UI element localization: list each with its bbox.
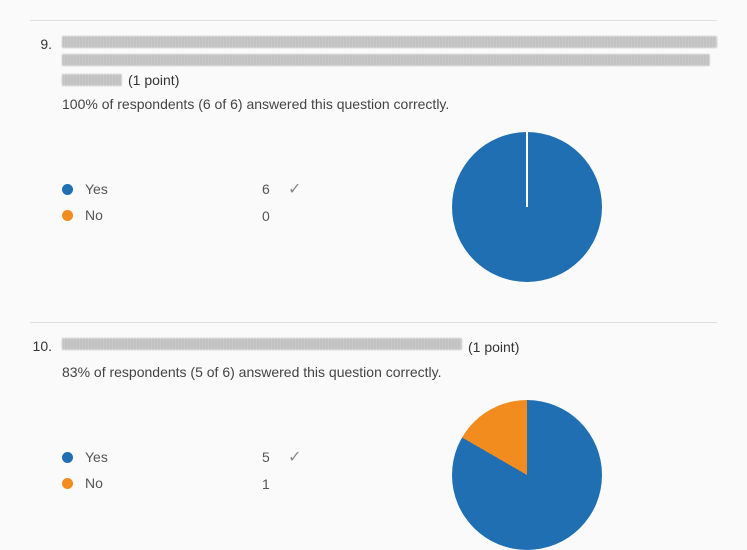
question-text-redacted: (1 point) (62, 36, 717, 88)
legend-label: No (85, 207, 103, 223)
legend-block: Yes No (62, 181, 262, 233)
redacted-line (62, 74, 122, 86)
legend-row-yes: Yes (62, 181, 262, 197)
content-row: Yes No 5 ✓ 1 (62, 400, 717, 550)
legend-dot-icon (62, 210, 73, 221)
question-header: 10. (1 point) (30, 338, 717, 356)
question-block-9: 9. (1 point) 100% of respondents (6 of 6… (30, 20, 717, 282)
pie-chart (452, 132, 602, 282)
content-row: Yes No 6 ✓ 0 (62, 132, 717, 282)
question-text-redacted: (1 point) (62, 338, 717, 356)
legend-label: Yes (85, 449, 108, 465)
question-number: 10. (30, 338, 52, 354)
checkmark-icon: ✓ (288, 179, 301, 199)
count-value: 6 (262, 181, 282, 197)
legend-label: Yes (85, 181, 108, 197)
count-row-yes: 6 ✓ (262, 180, 322, 197)
count-value: 1 (262, 476, 282, 492)
question-header: 9. (1 point) (30, 36, 717, 88)
count-row-no: 0 (262, 207, 322, 224)
legend-row-yes: Yes (62, 449, 262, 465)
pie-chart-q9 (452, 132, 602, 282)
legend-label: No (85, 475, 103, 491)
pie-chart (452, 400, 602, 550)
checkmark-icon: ✓ (288, 447, 301, 467)
summary-text: 100% of respondents (6 of 6) answered th… (62, 96, 717, 112)
counts-block: 5 ✓ 1 (262, 448, 322, 502)
legend-block: Yes No (62, 449, 262, 501)
count-row-yes: 5 ✓ (262, 448, 322, 465)
legend-dot-icon (62, 184, 73, 195)
pie-chart-q10 (452, 400, 602, 550)
points-label: (1 point) (128, 72, 179, 88)
count-value: 0 (262, 208, 282, 224)
redacted-line (62, 36, 717, 48)
points-label: (1 point) (468, 339, 519, 355)
legend-row-no: No (62, 207, 262, 223)
legend-row-no: No (62, 475, 262, 491)
pie-separator (526, 132, 528, 207)
summary-text: 83% of respondents (5 of 6) answered thi… (62, 364, 717, 380)
counts-block: 6 ✓ 0 (262, 180, 322, 234)
question-number: 9. (30, 36, 52, 52)
legend-dot-icon (62, 452, 73, 463)
count-value: 5 (262, 449, 282, 465)
redacted-line (62, 338, 462, 350)
redacted-line (62, 54, 710, 66)
legend-dot-icon (62, 478, 73, 489)
question-block-10: 10. (1 point) 83% of respondents (5 of 6… (30, 322, 717, 550)
count-row-no: 1 (262, 475, 322, 492)
